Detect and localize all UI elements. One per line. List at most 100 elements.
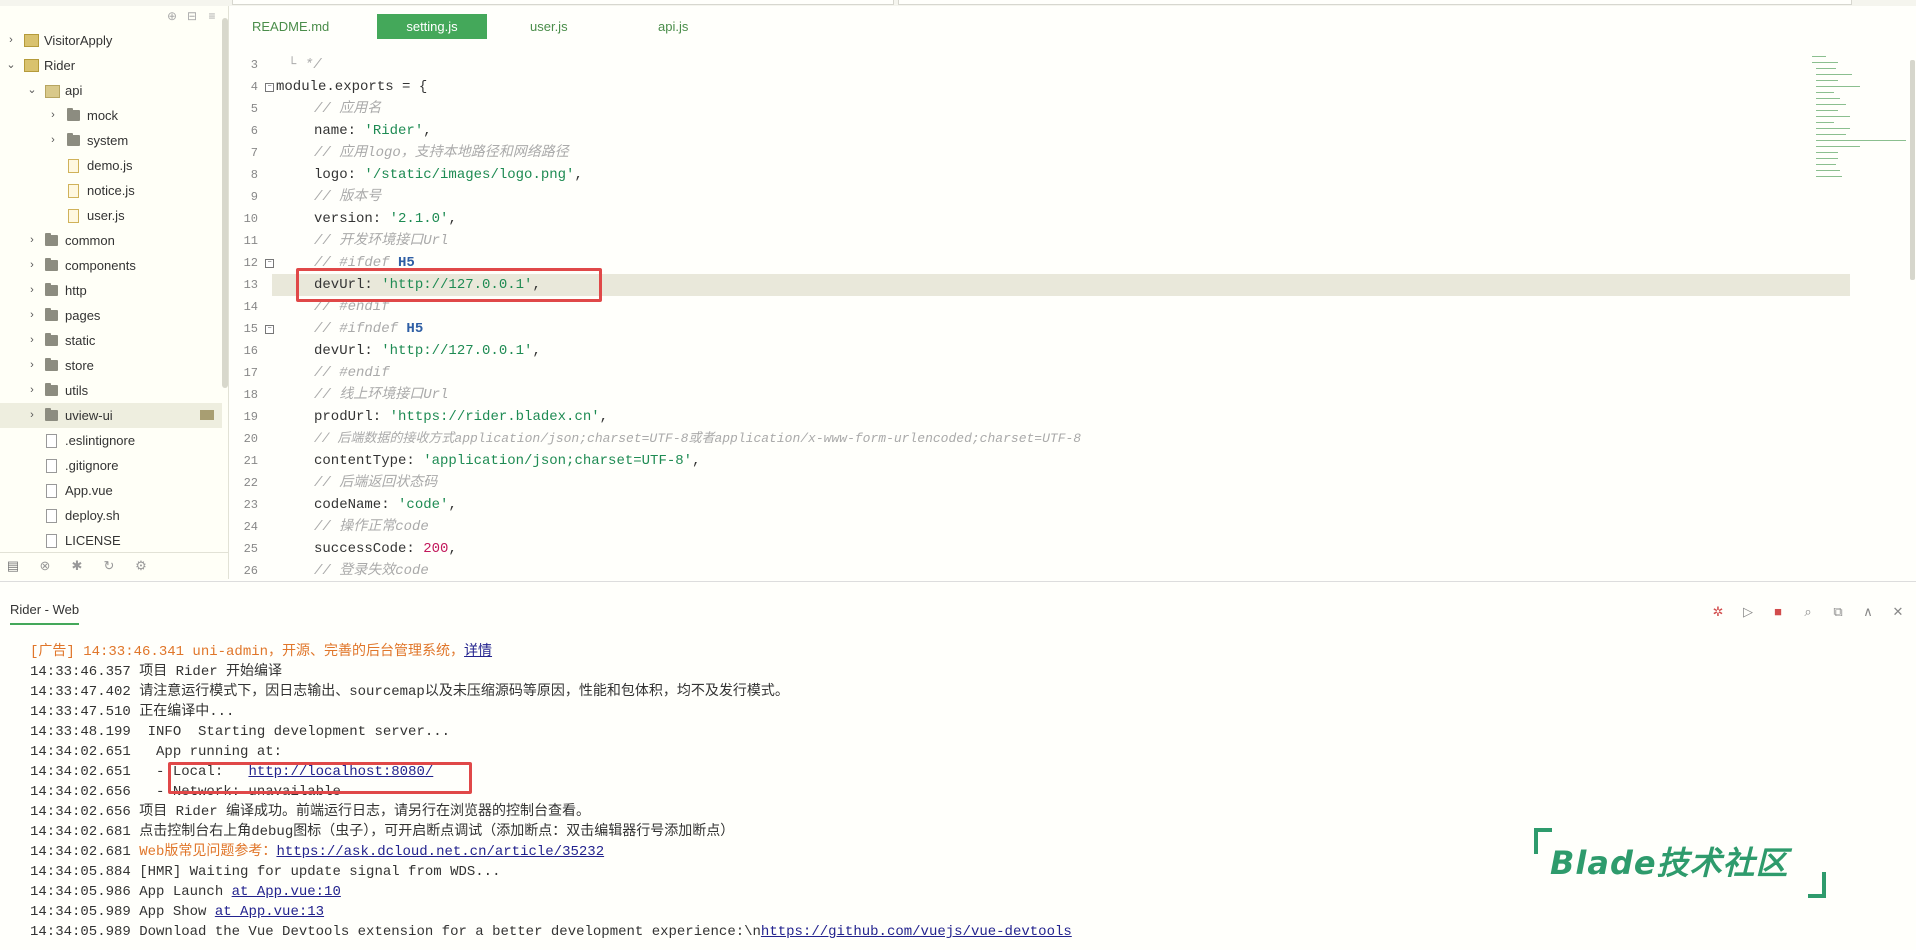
line-gutter[interactable]: 3 4 − 5 6 7 8 9 10 11 12 − 13 14 15 − 16… — [232, 50, 274, 578]
code-line-9[interactable]: // 版本号 — [314, 186, 381, 208]
chevron-up-icon[interactable]: ∧ — [1860, 604, 1876, 620]
tree-item-http[interactable]: › http — [0, 278, 222, 303]
tree-item-app-vue[interactable]: App.vue — [0, 478, 222, 503]
top-input-box-right[interactable] — [898, 0, 1852, 5]
chevron-right-icon[interactable]: › — [27, 278, 37, 303]
chevron-right-icon[interactable]: › — [27, 303, 37, 328]
source-location-link[interactable]: at App.vue:13 — [215, 904, 324, 920]
chevron-right-icon[interactable]: › — [27, 403, 37, 428]
tree-item-mock[interactable]: › mock — [0, 103, 222, 128]
line-number[interactable]: 3 — [232, 54, 258, 76]
faq-link[interactable]: https://ask.dcloud.net.cn/article/35232 — [276, 844, 604, 860]
code-line-26[interactable]: // 登录失效code — [314, 560, 429, 582]
tree-item-license[interactable]: LICENSE — [0, 528, 222, 553]
folder-icon[interactable]: ▤ — [6, 559, 20, 573]
tree-item-notice-js[interactable]: notice.js — [0, 178, 222, 203]
search-log-icon[interactable]: ⌕ — [1800, 604, 1816, 620]
fold-toggle-icon[interactable]: − — [265, 259, 274, 268]
top-input-box-left[interactable] — [232, 0, 894, 5]
editor-scrollbar[interactable] — [1910, 60, 1915, 280]
tree-item-demo-js[interactable]: demo.js — [0, 153, 222, 178]
code-line-15[interactable]: // #ifndef H5 — [314, 318, 423, 340]
close-panel-icon[interactable]: ✕ — [1890, 604, 1906, 620]
line-number[interactable]: 22 — [232, 472, 258, 494]
tree-item-system[interactable]: › system — [0, 128, 222, 153]
tree-item-api[interactable]: ⌄ api — [0, 78, 222, 103]
line-number[interactable]: 12 — [232, 252, 258, 274]
tree-item-uview-ui[interactable]: › uview-ui — [0, 403, 222, 428]
chevron-right-icon[interactable]: › — [27, 328, 37, 353]
line-number[interactable]: 19 — [232, 406, 258, 428]
chevron-right-icon[interactable]: › — [48, 128, 58, 153]
chevron-down-icon[interactable]: ⌄ — [27, 78, 37, 103]
code-editor[interactable]: 3 4 − 5 6 7 8 9 10 11 12 − 13 14 15 − 16… — [232, 50, 1850, 579]
code-line-25[interactable]: successCode: 200, — [314, 538, 457, 560]
tree-item-utils[interactable]: › utils — [0, 378, 222, 403]
stop-icon[interactable]: ■ — [1770, 604, 1786, 620]
tab-api-js[interactable]: api.js — [644, 14, 702, 39]
log-ad-details-link[interactable]: 详情 — [464, 644, 492, 660]
code-line-19[interactable]: prodUrl: 'https://rider.bladex.cn', — [314, 406, 608, 428]
collapse-all-icon[interactable]: ⊟ — [186, 10, 198, 22]
tab-setting-js[interactable]: setting.js — [377, 14, 487, 39]
open-external-icon[interactable]: ⧉ — [1830, 604, 1846, 620]
tab-readme[interactable]: README.md — [238, 14, 343, 39]
code-line-11[interactable]: // 开发环境接口Url — [314, 230, 448, 252]
tree-item-store[interactable]: › store — [0, 353, 222, 378]
chevron-right-icon[interactable]: › — [27, 353, 37, 378]
code-line-7[interactable]: // 应用logo，支持本地路径和网络路径 — [314, 142, 569, 164]
line-number[interactable]: 20 — [232, 428, 258, 450]
code-line-5[interactable]: // 应用名 — [314, 98, 381, 120]
run-icon[interactable]: ▷ — [1740, 604, 1756, 620]
line-number[interactable]: 24 — [232, 516, 258, 538]
explorer-scrollbar[interactable] — [222, 18, 228, 388]
locate-icon[interactable]: ⊕ — [166, 10, 178, 22]
open-folder-icon[interactable] — [200, 410, 214, 420]
tree-item-user-js[interactable]: user.js — [0, 203, 222, 228]
line-number[interactable]: 21 — [232, 450, 258, 472]
code-line-21[interactable]: contentType: 'application/json;charset=U… — [314, 450, 700, 472]
tree-item-components[interactable]: › components — [0, 253, 222, 278]
chevron-right-icon[interactable]: › — [27, 253, 37, 278]
line-number[interactable]: 10 — [232, 208, 258, 230]
tree-item-pages[interactable]: › pages — [0, 303, 222, 328]
sync-icon[interactable]: ↻ — [102, 559, 116, 573]
console-tab-rider-web[interactable]: Rider - Web — [10, 602, 80, 625]
line-number[interactable]: 16 — [232, 340, 258, 362]
code-line-18[interactable]: // 线上环境接口Url — [314, 384, 448, 406]
chevron-right-icon[interactable]: › — [6, 28, 16, 53]
line-number[interactable]: 26 — [232, 560, 258, 582]
line-number[interactable]: 4 — [232, 76, 258, 98]
bug-icon[interactable]: ✱ — [70, 559, 84, 573]
tab-user-js[interactable]: user.js — [516, 14, 582, 39]
line-number[interactable]: 13 — [232, 274, 258, 296]
menu-icon[interactable]: ≡ — [206, 10, 218, 22]
tree-item-common[interactable]: › common — [0, 228, 222, 253]
code-line-6[interactable]: name: 'Rider', — [314, 120, 432, 142]
debug-bug-icon[interactable]: ✲ — [1710, 604, 1726, 620]
tree-item-static[interactable]: › static — [0, 328, 222, 353]
line-number[interactable]: 7 — [232, 142, 258, 164]
line-number[interactable]: 15 — [232, 318, 258, 340]
chevron-right-icon[interactable]: › — [48, 103, 58, 128]
line-number[interactable]: 5 — [232, 98, 258, 120]
tree-item-visitorapply[interactable]: › VisitorApply — [0, 28, 222, 53]
line-number[interactable]: 11 — [232, 230, 258, 252]
code-line-16[interactable]: devUrl: 'http://127.0.0.1', — [314, 340, 541, 362]
binoculars-icon[interactable]: ⊗ — [38, 559, 52, 573]
tree-item-deploy-sh[interactable]: deploy.sh — [0, 503, 222, 528]
fold-toggle-icon[interactable]: − — [265, 325, 274, 334]
code-minimap[interactable] — [1810, 52, 1910, 202]
tree-item-gitignore[interactable]: .gitignore — [0, 453, 222, 478]
code-line-17[interactable]: // #endif — [314, 362, 390, 384]
source-location-link[interactable]: at App.vue:10 — [232, 884, 341, 900]
chevron-right-icon[interactable]: › — [27, 228, 37, 253]
line-number[interactable]: 6 — [232, 120, 258, 142]
code-line-8[interactable]: logo: '/static/images/logo.png', — [314, 164, 583, 186]
code-line-23[interactable]: codeName: 'code', — [314, 494, 457, 516]
code-line-3[interactable]: └ */ — [288, 54, 322, 76]
code-line-10[interactable]: version: '2.1.0', — [314, 208, 457, 230]
fold-toggle-icon[interactable]: − — [265, 83, 274, 92]
line-number[interactable]: 17 — [232, 362, 258, 384]
chevron-down-icon[interactable]: ⌄ — [6, 53, 16, 78]
